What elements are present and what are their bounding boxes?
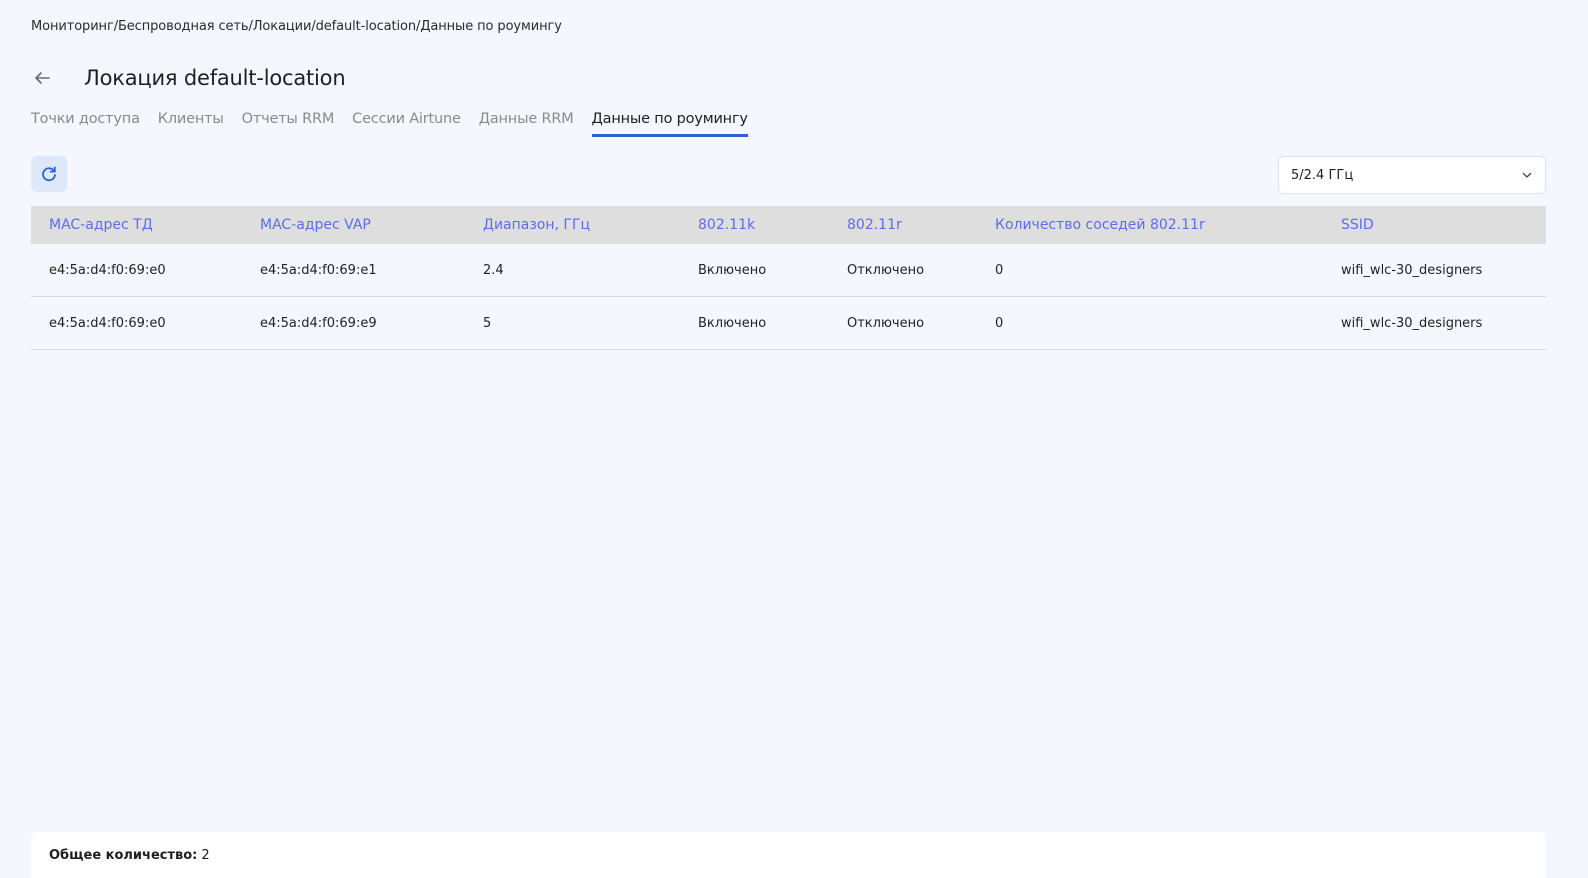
column-header-band[interactable]: Диапазон, ГГц (483, 217, 590, 233)
tab-rrm-data[interactable]: Данные RRM (479, 111, 574, 137)
breadcrumb-item[interactable]: Беспроводная сеть (118, 19, 249, 34)
page: Мониторинг/Беспроводная сеть/Локации/def… (0, 0, 1588, 878)
tab-clients[interactable]: Клиенты (158, 111, 224, 137)
cell-neighbors: 0 (995, 315, 1004, 331)
tab-rrm-reports[interactable]: Отчеты RRM (242, 111, 335, 137)
page-title: Локация default-location (84, 66, 346, 90)
tab-roaming-data[interactable]: Данные по роумингу (591, 111, 748, 137)
column-header-80211r[interactable]: 802.11r (847, 217, 902, 233)
chevron-down-icon (1522, 172, 1532, 178)
breadcrumb-item[interactable]: Мониторинг (31, 19, 114, 34)
breadcrumb-current: Данные по роумингу (420, 19, 562, 34)
column-header-vap-mac[interactable]: MAC-адрес VAP (260, 217, 371, 233)
table-header: MAC-адрес ТД MAC-адрес VAP Диапазон, ГГц… (31, 206, 1546, 244)
cell-vap-mac: e4:5a:d4:f0:69:e1 (260, 262, 377, 278)
refresh-icon (42, 166, 56, 182)
refresh-button[interactable] (31, 156, 67, 192)
arrow-left-icon (35, 72, 50, 84)
table-row[interactable]: e4:5a:d4:f0:69:e0 e4:5a:d4:f0:69:e1 2.4 … (31, 244, 1546, 297)
table-row[interactable]: e4:5a:d4:f0:69:e0 e4:5a:d4:f0:69:e9 5 Вк… (31, 297, 1546, 350)
title-row: Локация default-location (31, 62, 346, 94)
cell-80211r: Отключено (847, 315, 925, 331)
column-header-ap-mac[interactable]: MAC-адрес ТД (49, 217, 153, 233)
cell-neighbors: 0 (995, 262, 1004, 278)
column-header-80211k[interactable]: 802.11k (698, 217, 755, 233)
breadcrumb: Мониторинг/Беспроводная сеть/Локации/def… (31, 19, 562, 34)
tab-bar: Точки доступа Клиенты Отчеты RRM Сессии … (31, 111, 748, 137)
cell-80211r: Отключено (847, 262, 925, 278)
cell-vap-mac: e4:5a:d4:f0:69:e9 (260, 315, 377, 331)
cell-band: 2.4 (483, 262, 504, 278)
cell-ssid: wifi_wlc-30_designers (1341, 262, 1483, 278)
back-button[interactable] (31, 67, 53, 89)
total-count-value: 2 (201, 847, 210, 863)
band-select[interactable]: 5/2.4 ГГц (1278, 156, 1546, 194)
column-header-ssid[interactable]: SSID (1341, 217, 1374, 233)
cell-ap-mac: e4:5a:d4:f0:69:e0 (49, 315, 166, 331)
tab-access-points[interactable]: Точки доступа (31, 111, 140, 137)
roaming-table: MAC-адрес ТД MAC-адрес VAP Диапазон, ГГц… (31, 206, 1546, 350)
band-select-value: 5/2.4 ГГц (1291, 167, 1354, 183)
column-header-neighbors[interactable]: Количество соседей 802.11r (995, 217, 1205, 233)
total-count-label: Общее количество: (49, 847, 198, 863)
cell-ssid: wifi_wlc-30_designers (1341, 315, 1483, 331)
breadcrumb-item[interactable]: default-location (316, 19, 417, 34)
cell-80211k: Включено (698, 315, 767, 331)
cell-80211k: Включено (698, 262, 767, 278)
cell-band: 5 (483, 315, 492, 331)
tab-airtune-sessions[interactable]: Сессии Airtune (352, 111, 461, 137)
cell-ap-mac: e4:5a:d4:f0:69:e0 (49, 262, 166, 278)
breadcrumb-item[interactable]: Локации (253, 19, 312, 34)
table-footer: Общее количество: 2 (31, 832, 1546, 878)
